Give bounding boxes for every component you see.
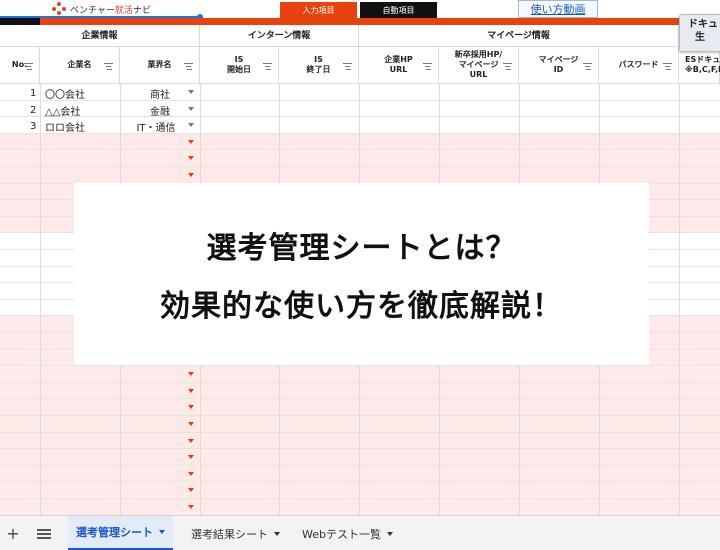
- filter-icon[interactable]: [184, 63, 193, 71]
- table-row[interactable]: [0, 482, 720, 499]
- table-row[interactable]: [0, 366, 720, 383]
- column-header-es-doc[interactable]: ESドキュ ※B,C,F,I: [679, 47, 720, 84]
- column-header-recruit-hp[interactable]: 新卒採用HP/ マイページ URL: [439, 47, 519, 84]
- table-row[interactable]: [0, 150, 720, 167]
- tab-selection-management[interactable]: 選考管理シート: [68, 516, 173, 550]
- filter-icon[interactable]: [583, 63, 592, 71]
- filter-icon[interactable]: [343, 63, 352, 71]
- table-row[interactable]: [0, 465, 720, 483]
- filter-icon[interactable]: [503, 63, 512, 71]
- title-overlay: 選考管理シートとは？ 効果的な使い方を徹底解説！: [74, 183, 649, 365]
- cell-company[interactable]: △△会社: [45, 102, 80, 118]
- overlay-title-line1: 選考管理シートとは？: [206, 231, 517, 266]
- table-row[interactable]: [0, 416, 720, 433]
- overlay-title-line2: 効果的な使い方を徹底解説！: [160, 289, 563, 324]
- dropdown-arrow-icon[interactable]: [188, 388, 194, 393]
- chevron-down-icon[interactable]: [159, 530, 165, 534]
- column-label: 企業名: [67, 60, 92, 69]
- dropdown-arrow-icon[interactable]: [188, 422, 194, 426]
- table-row[interactable]: [0, 100, 720, 118]
- filter-icon[interactable]: [104, 63, 113, 71]
- top-strip: ベンチャー就活ナビ 入力項目 自動項目 使い方動画: [0, 0, 720, 20]
- filter-icon[interactable]: [423, 63, 432, 71]
- filter-icon[interactable]: [263, 63, 272, 71]
- dropdown-arrow-icon[interactable]: [188, 405, 194, 410]
- table-row[interactable]: [0, 432, 720, 450]
- table-row[interactable]: [0, 117, 720, 134]
- dropdown-arrow-icon[interactable]: [188, 90, 194, 94]
- table-row[interactable]: [0, 133, 720, 151]
- dropdown-arrow-icon[interactable]: [188, 106, 194, 111]
- table-row[interactable]: [0, 449, 720, 466]
- column-header-mypage-id[interactable]: マイページ ID: [519, 47, 599, 84]
- header-band: [0, 18, 720, 25]
- header-band-left: [0, 18, 40, 25]
- table-row[interactable]: [0, 167, 720, 184]
- tab-selection-results[interactable]: 選考結果シート: [183, 516, 288, 550]
- column-label: 企業HP URL: [384, 55, 413, 74]
- cell-company[interactable]: 〇〇会社: [45, 85, 85, 101]
- table-row[interactable]: [0, 382, 720, 400]
- column-gridline: [40, 84, 41, 515]
- chevron-down-icon[interactable]: [386, 531, 393, 536]
- dropdown-arrow-icon[interactable]: [188, 173, 194, 177]
- column-header-password[interactable]: パスワード: [599, 47, 679, 84]
- spreadsheet-window: ベンチャー就活ナビ 入力項目 自動項目 使い方動画 企業情報 インターン情報 マ…: [0, 0, 720, 550]
- chevron-down-icon[interactable]: [274, 531, 280, 536]
- dropdown-arrow-icon[interactable]: [188, 139, 194, 144]
- cell-no[interactable]: 3: [30, 118, 36, 134]
- column-header-company[interactable]: 企業名: [40, 47, 120, 84]
- document-button[interactable]: ドキュ 生: [679, 14, 720, 52]
- tab-label: 選考管理シート: [76, 526, 153, 539]
- column-gridline: [679, 84, 680, 515]
- dropdown-arrow-icon[interactable]: [188, 156, 194, 161]
- column-label: IS 開始日: [227, 55, 251, 74]
- dropdown-arrow-icon[interactable]: [188, 438, 194, 443]
- how-to-video-link[interactable]: 使い方動画: [518, 0, 598, 18]
- dropdown-arrow-icon[interactable]: [188, 372, 194, 377]
- column-label: マイページ ID: [538, 55, 579, 74]
- table-row[interactable]: [0, 84, 720, 101]
- sheet-tab-bar: + 選考管理シート 選考結果シート Webテスト一覧: [0, 515, 720, 550]
- dropdown-arrow-icon[interactable]: [188, 471, 194, 476]
- cell-no[interactable]: 1: [30, 85, 36, 101]
- table-row[interactable]: [0, 499, 720, 515]
- cell-industry[interactable]: 商社: [140, 85, 180, 101]
- filter-icon[interactable]: [24, 63, 33, 71]
- filter-icon[interactable]: [663, 63, 672, 71]
- tab-label: Webテスト一覧: [302, 527, 381, 541]
- dropdown-arrow-icon[interactable]: [188, 123, 194, 128]
- dropdown-arrow-icon[interactable]: [188, 455, 194, 460]
- column-label: IS 終了日: [306, 55, 331, 74]
- dropdown-arrow-icon[interactable]: [188, 488, 194, 493]
- all-sheets-menu-icon[interactable]: [37, 529, 51, 539]
- legend-auto-field: 自動項目: [360, 2, 437, 18]
- column-header-no[interactable]: No.: [0, 47, 40, 84]
- cell-industry[interactable]: IT・通信: [128, 118, 184, 134]
- brand-logo: ベンチャー就活ナビ: [52, 1, 151, 17]
- add-sheet-icon[interactable]: +: [4, 524, 22, 543]
- table-row[interactable]: [0, 399, 720, 416]
- group-header-intern: インターン情報: [200, 25, 359, 47]
- tab-web-test-list[interactable]: Webテスト一覧: [294, 516, 401, 550]
- logo-dots-icon: [52, 2, 66, 16]
- column-header-is-end[interactable]: IS 終了日: [279, 47, 359, 84]
- column-label: パスワード: [618, 60, 659, 69]
- dropdown-arrow-icon[interactable]: [188, 505, 194, 509]
- column-header-industry[interactable]: 業界名: [120, 47, 200, 84]
- tab-label: 選考結果シート: [191, 527, 268, 541]
- legend-input-field: 入力項目: [280, 2, 357, 18]
- group-header-company: 企業情報: [0, 25, 200, 47]
- column-header-is-start[interactable]: IS 開始日: [200, 47, 279, 84]
- column-header-company-hp[interactable]: 企業HP URL: [359, 47, 439, 84]
- group-header-mypage: マイページ情報: [359, 25, 679, 47]
- column-label: 業界名: [147, 60, 172, 69]
- cell-industry[interactable]: 金融: [140, 102, 180, 118]
- cell-no[interactable]: 2: [30, 102, 36, 118]
- cell-company[interactable]: ロロ会社: [45, 118, 85, 134]
- column-label: 新卒採用HP/ マイページ URL: [454, 50, 503, 79]
- logo-text: ベンチャー就活ナビ: [70, 5, 151, 16]
